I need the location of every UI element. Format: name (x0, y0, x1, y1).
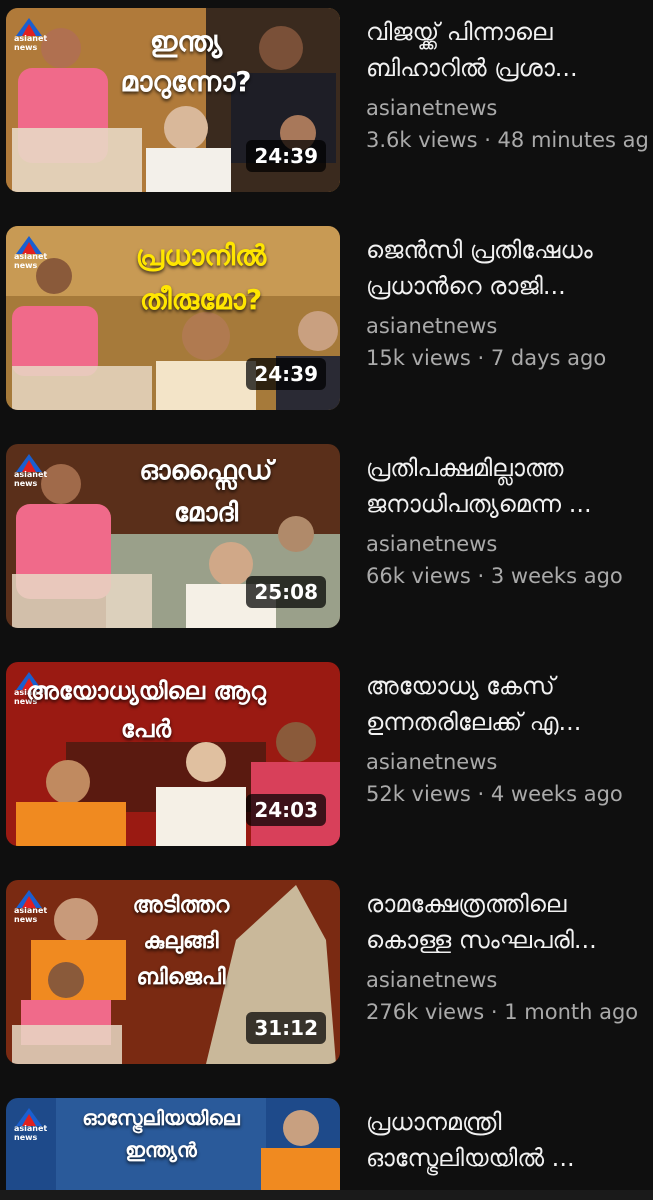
video-thumbnail[interactable]: asianet news പ്രധാനിൽ തീരുമോ? 24:39 (6, 226, 340, 410)
video-meta: 276k views · 1 month ago (366, 1000, 639, 1024)
thumbnail-headline: ഇന്ത്യ മാറുന്നോ? (120, 25, 252, 98)
channel-name[interactable]: asianetnews (366, 314, 653, 338)
video-info[interactable]: അയോധ്യ കേസ് ഉന്നതരിലേക്ക് എ... asianetne… (366, 662, 653, 806)
video-thumbnail[interactable]: asianet news ഓഫ്സൈഡ് മോദി 25:08 (6, 444, 340, 628)
thumbnail-headline: അടിത്തറ കുലുങ്ങി ബിജെപി (132, 893, 230, 990)
video-info[interactable]: പ്രതിപക്ഷമില്ലാത്ത ജനാധിപത്യമെന്ന ... as… (366, 444, 653, 588)
thumbnail-headline: അയോധ്യയിലെ ആറു പേർ (26, 677, 266, 743)
video-title-line2[interactable]: ഓസ്ട്രേലിയയിൽ ... (366, 1140, 653, 1176)
video-title-line1[interactable]: വിജയ്ക്ക് പിന്നാലെ (366, 14, 653, 50)
video-info[interactable]: വിജയ്ക്ക് പിന്നാലെ ബിഹാറിൽ പ്രശാ... asia… (366, 8, 653, 152)
video-title-line2[interactable]: പ്രധാൻറെ രാജി... (366, 268, 653, 304)
video-thumbnail[interactable]: asianet news അടിത്തറ കുലുങ്ങി ബിജെപി 31:… (6, 880, 340, 1064)
list-item[interactable]: asianet news അടിത്തറ കുലുങ്ങി ബിജെപി 31:… (0, 880, 653, 1070)
video-info[interactable]: പ്രധാനമന്ത്രി ഓസ്ട്രേലിയയിൽ ... (366, 1098, 653, 1176)
video-meta: 52k views · 4 weeks ago (366, 782, 623, 806)
duration-badge: 24:39 (246, 140, 326, 172)
video-title-line2[interactable]: ജനാധിപത്യമെന്ന ... (366, 486, 653, 522)
video-thumbnail[interactable]: asianet news ഇന്ത്യ മാറുന്നോ? 24:39 (6, 8, 340, 192)
channel-logo: asianet news (14, 452, 47, 488)
video-title-line1[interactable]: രാമക്ഷേത്രത്തിലെ (366, 886, 653, 922)
duration-badge: 31:12 (246, 1012, 326, 1044)
video-thumbnail[interactable]: asianet news അയോധ്യയിലെ ആറു പേർ 24:03 (6, 662, 340, 846)
video-thumbnail[interactable]: asianet news ഓസ്ട്രേലിയയിലെ ഇന്ത്യൻ (6, 1098, 340, 1190)
thumbnail-headline: ഓസ്ട്രേലിയയിലെ ഇന്ത്യൻ (82, 1106, 240, 1162)
video-title-line2[interactable]: ബിഹാറിൽ പ്രശാ... (366, 50, 653, 86)
video-info[interactable]: രാമക്ഷേത്രത്തിലെ കൊള്ള സംഘപരി... asianet… (366, 880, 653, 1024)
video-title-line2[interactable]: കൊള്ള സംഘപരി... (366, 922, 653, 958)
video-title-line1[interactable]: അയോധ്യ കേസ് (366, 668, 653, 704)
duration-badge: 24:03 (246, 794, 326, 826)
video-meta: 3.6k views · 48 minutes ag (366, 128, 649, 152)
video-info[interactable]: ജെൻസി പ്രതിഷേധം പ്രധാൻറെ രാജി... asianet… (366, 226, 653, 370)
channel-logo: asianet news (14, 234, 47, 270)
bottom-nav-edge (0, 1190, 653, 1200)
duration-badge: 25:08 (246, 576, 326, 608)
video-title-line1[interactable]: പ്രതിപക്ഷമില്ലാത്ത (366, 450, 653, 486)
list-item[interactable]: asianet news അയോധ്യയിലെ ആറു പേർ 24:03 അയ… (0, 662, 653, 852)
video-meta: 66k views · 3 weeks ago (366, 564, 623, 588)
channel-name[interactable]: asianetnews (366, 750, 653, 774)
video-title-line1[interactable]: പ്രധാനമന്ത്രി (366, 1104, 653, 1140)
video-meta: 15k views · 7 days ago (366, 346, 607, 370)
video-title-line1[interactable]: ജെൻസി പ്രതിഷേധം (366, 232, 653, 268)
list-item[interactable]: asianet news പ്രധാനിൽ തീരുമോ? 24:39 ജെൻസ… (0, 226, 653, 416)
channel-logo: asianet news (14, 16, 47, 52)
channel-logo: asianet news (14, 888, 47, 924)
list-item[interactable]: asianet news ഇന്ത്യ മാറുന്നോ? 24:39 വിജയ… (0, 8, 653, 198)
channel-logo: asianet news (14, 1106, 47, 1142)
thumbnail-headline: ഓഫ്സൈഡ് മോദി (139, 456, 273, 528)
list-item[interactable]: asianet news ഓഫ്സൈഡ് മോദി 25:08 പ്രതിപക്… (0, 444, 653, 634)
channel-name[interactable]: asianetnews (366, 96, 653, 120)
channel-name[interactable]: asianetnews (366, 968, 653, 992)
channel-name[interactable]: asianetnews (366, 532, 653, 556)
video-title-line2[interactable]: ഉന്നതരിലേക്ക് എ... (366, 704, 653, 740)
list-item[interactable]: asianet news ഓസ്ട്രേലിയയിലെ ഇന്ത്യൻ പ്രധ… (0, 1098, 653, 1190)
thumbnail-headline: പ്രധാനിൽ തീരുമോ? (135, 239, 267, 316)
duration-badge: 24:39 (246, 358, 326, 390)
video-list: asianet news ഇന്ത്യ മാറുന്നോ? 24:39 വിജയ… (0, 0, 653, 1200)
